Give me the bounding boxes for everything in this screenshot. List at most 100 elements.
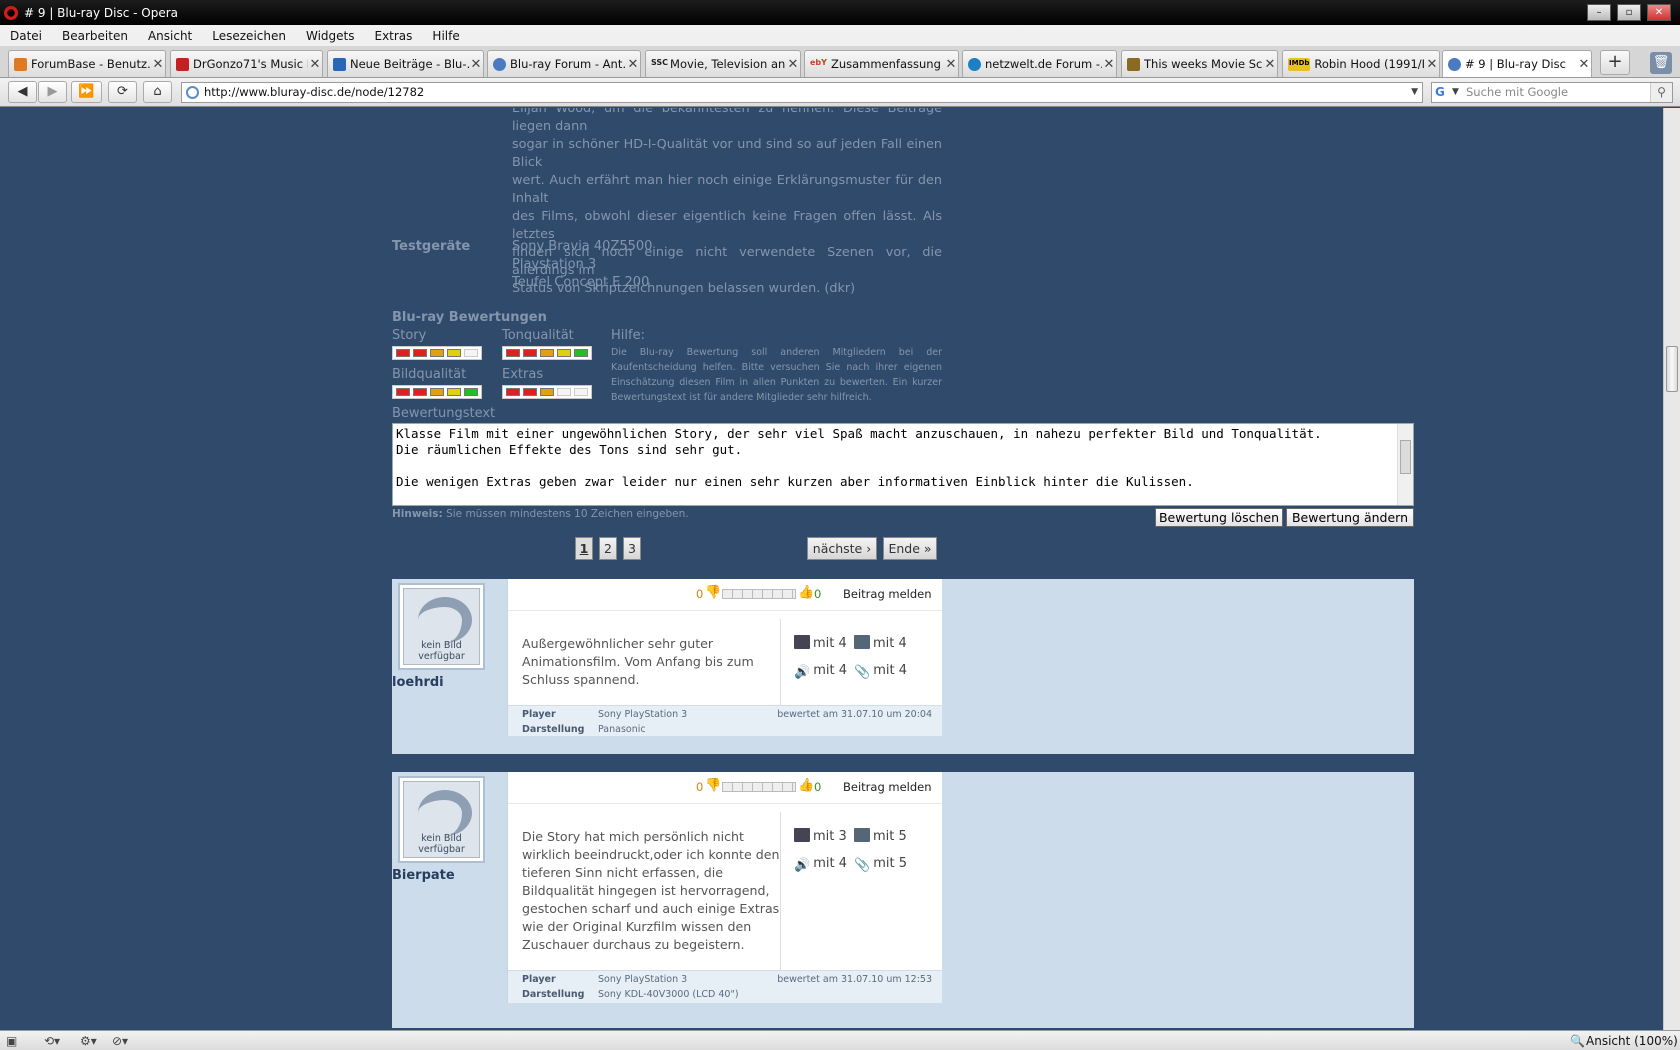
placeholder-avatar-icon	[418, 597, 472, 643]
thumbs-up-icon[interactable]: 👍	[798, 778, 814, 793]
help-label: Hilfe:	[611, 328, 645, 343]
tab-neue-beitraege[interactable]: Neue Beiträge - Blu-… ✕	[327, 50, 484, 77]
tab-bluray-forum[interactable]: Blu-ray Forum - Ant… ✕	[487, 50, 641, 77]
menu-widgets[interactable]: Widgets	[296, 29, 365, 43]
report-post-link[interactable]: Beitrag melden	[843, 587, 932, 601]
textarea-scrollbar[interactable]	[1397, 424, 1413, 505]
review-panel: 0 👎 👍 0 Beitrag melden Die Story hat mic…	[507, 772, 942, 1003]
negative-votes: 0	[696, 780, 704, 794]
maximize-button[interactable]: ▫	[1617, 4, 1641, 21]
site-favicon-icon	[14, 57, 27, 71]
panel-toggle-icon[interactable]: ▣	[6, 1034, 17, 1048]
close-tab-icon[interactable]: ✕	[1425, 57, 1439, 72]
paperclip-icon: 📎	[854, 858, 871, 873]
reload-button[interactable]: ⟳	[108, 81, 137, 103]
report-post-link[interactable]: Beitrag melden	[843, 780, 932, 794]
forward-button[interactable]: ▶	[38, 81, 67, 103]
close-tab-icon[interactable]: ✕	[1577, 57, 1591, 72]
monitor-icon	[854, 828, 870, 842]
review-username[interactable]: Bierpate	[392, 868, 455, 883]
trash-icon[interactable]: 🗑	[1650, 52, 1672, 74]
menu-bearbeiten[interactable]: Bearbeiten	[52, 29, 138, 43]
review-username[interactable]: loehrdi	[392, 675, 444, 690]
unite-icon[interactable]: ⚙▾	[80, 1034, 97, 1048]
close-tab-icon[interactable]: ✕	[1263, 57, 1277, 72]
review-panel: 0 👎 👍 0 Beitrag melden Außergewöhnlicher…	[507, 579, 942, 736]
thumbs-down-icon[interactable]: 👎	[705, 585, 721, 600]
extras-rating: 📎 mit 5	[854, 856, 907, 873]
review-date: bewertet am 31.07.10 um 20:04	[777, 709, 932, 720]
navigation-bar: ◀ ▶ ⏩ ⟳ ⌂ http://www.bluray-disc.de/node…	[0, 78, 1680, 107]
home-button[interactable]: ⌂	[143, 81, 172, 103]
close-tab-icon[interactable]: ✕	[1102, 57, 1116, 72]
menu-lesezeichen[interactable]: Lesezeichen	[202, 29, 296, 43]
chevron-down-icon[interactable]: ▼	[1411, 83, 1418, 102]
status-bar: ▣ ⟲▾ ⚙▾ ⊘▾ 🔍 Ansicht (100%)	[0, 1030, 1680, 1050]
tab-imdb-robin-hood[interactable]: IMDbRobin Hood (1991/I)…✕	[1282, 50, 1440, 77]
zoom-level[interactable]: Ansicht (100%)	[1586, 1034, 1678, 1048]
tab-bluray-disc-active[interactable]: # 9 | Blu-ray Disc ✕	[1442, 50, 1592, 77]
search-input[interactable]: G ▼ Suche mit Google ⚲	[1431, 82, 1673, 103]
change-rating-button[interactable]: Bewertung ändern	[1286, 508, 1414, 527]
review-textarea[interactable]: Klasse Film mit einer ungewöhnlichen Sto…	[392, 423, 1414, 506]
page-1-button[interactable]: 1	[575, 537, 593, 560]
hint: Hinweis: Sie müssen mindestens 10 Zeiche…	[392, 508, 689, 520]
close-window-button[interactable]: ✕	[1647, 4, 1671, 21]
positive-votes: 0	[814, 780, 822, 794]
thumbs-up-icon[interactable]: 👍	[798, 585, 814, 600]
address-bar[interactable]: http://www.bluray-disc.de/node/12782 ▼	[181, 82, 1423, 103]
page-3-button[interactable]: 3	[623, 537, 641, 560]
close-tab-icon[interactable]: ✕	[626, 57, 640, 72]
review-date: bewertet am 31.07.10 um 12:53	[777, 974, 932, 985]
window-title-bar: # 9 | Blu-ray Disc - Opera – ▫ ✕	[0, 0, 1680, 25]
story-rating-bar[interactable]	[392, 346, 482, 360]
page-2-button[interactable]: 2	[599, 537, 617, 560]
vote-bar	[722, 589, 796, 599]
tab-this-weeks-movie[interactable]: This weeks Movie Sc… ✕	[1121, 50, 1278, 77]
tab-netzwelt[interactable]: netzwelt.de Forum -… ✕	[962, 50, 1117, 77]
avatar[interactable]: kein Bild verfügbar	[398, 776, 485, 863]
thumbs-down-icon[interactable]: 👎	[705, 778, 721, 793]
placeholder-avatar-icon	[418, 790, 472, 836]
search-icon[interactable]: ⚲	[1650, 83, 1672, 102]
scrollbar-thumb[interactable]	[1666, 346, 1678, 392]
avatar[interactable]: kein Bild verfügbar	[398, 583, 485, 670]
minimize-button[interactable]: –	[1587, 4, 1611, 21]
tab-bar: ForumBase - Benutz…✕ DrGonzo71's Music P…	[0, 46, 1680, 78]
sound-rating: 🔊 mit 4	[794, 856, 847, 873]
new-tab-button[interactable]: +	[1600, 50, 1630, 75]
site-favicon-icon: SSC	[651, 57, 669, 67]
sync-icon[interactable]: ⟲▾	[44, 1034, 60, 1048]
picture-rating: mit 4	[854, 635, 907, 651]
page-scrollbar[interactable]	[1663, 108, 1680, 1030]
bildqualitaet-rating-bar[interactable]	[392, 385, 482, 399]
extras-rating-bar[interactable]	[502, 385, 592, 399]
tonqualitaet-rating-bar[interactable]	[502, 346, 592, 360]
menu-datei[interactable]: Datei	[0, 29, 52, 43]
menu-ansicht[interactable]: Ansicht	[138, 29, 202, 43]
turbo-icon[interactable]: ⊘▾	[112, 1034, 128, 1048]
tonqualitaet-label: Tonqualität	[502, 328, 574, 343]
close-tab-icon[interactable]: ✕	[944, 57, 958, 72]
close-tab-icon[interactable]: ✕	[151, 57, 165, 72]
next-page-button[interactable]: nächste ›	[807, 537, 877, 560]
story-label: Story	[392, 328, 427, 343]
back-button[interactable]: ◀	[8, 81, 37, 103]
tab-zusammenfassung[interactable]: ebY Zusammenfassung ✕	[804, 50, 959, 77]
menu-hilfe[interactable]: Hilfe	[422, 29, 469, 43]
chevron-down-icon[interactable]: ▼	[1452, 83, 1459, 102]
speaker-icon: 🔊	[794, 858, 811, 873]
fast-forward-button[interactable]: ⏩	[71, 81, 102, 103]
close-tab-icon[interactable]: ✕	[469, 57, 483, 72]
close-tab-icon[interactable]: ✕	[308, 57, 322, 72]
tab-forumbase[interactable]: ForumBase - Benutz… ✕	[8, 50, 166, 77]
menu-extras[interactable]: Extras	[364, 29, 422, 43]
tab-movie-television[interactable]: SSC Movie, Television an… ✕	[645, 50, 801, 77]
close-tab-icon[interactable]: ✕	[786, 57, 800, 72]
zoom-icon[interactable]: 🔍	[1570, 1034, 1585, 1048]
delete-rating-button[interactable]: Bewertung löschen	[1155, 508, 1283, 527]
site-favicon-icon	[176, 57, 189, 71]
last-page-button[interactable]: Ende »	[883, 537, 937, 560]
tab-drgonzo[interactable]: DrGonzo71's Music P…✕	[170, 50, 323, 77]
monitor-icon	[854, 635, 870, 649]
